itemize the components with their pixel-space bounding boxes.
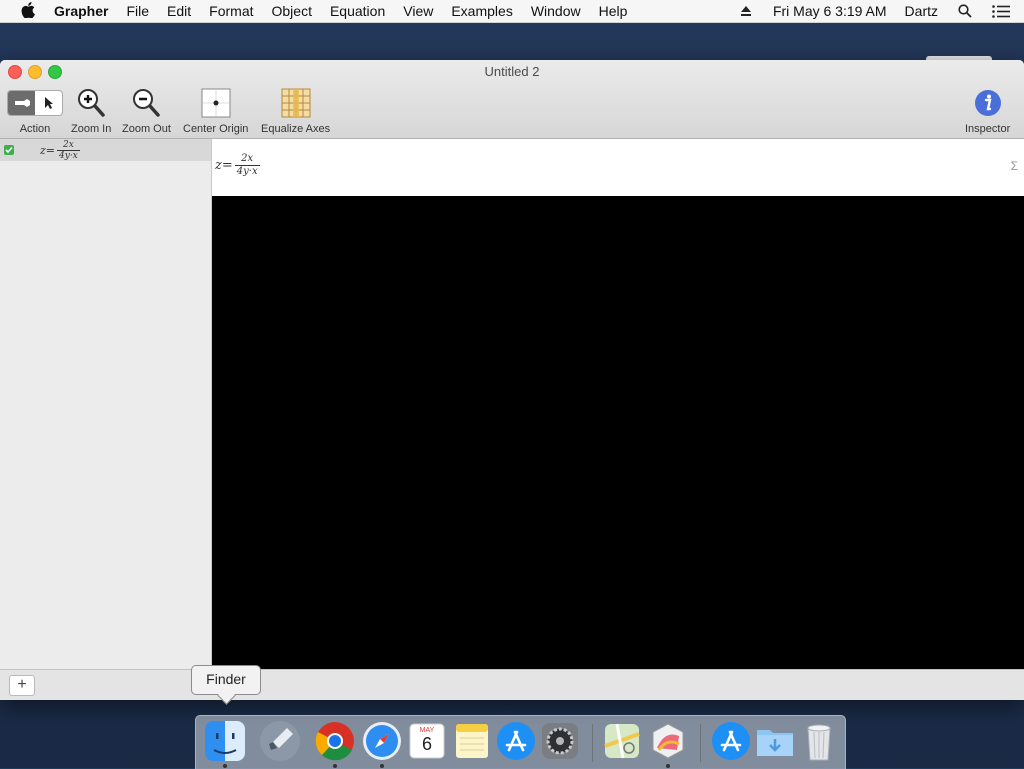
finder-icon bbox=[205, 721, 245, 761]
chrome-icon bbox=[315, 722, 354, 761]
dock-tooltip: Finder bbox=[191, 665, 261, 695]
equalize-axes-label: Equalize Axes bbox=[261, 123, 331, 135]
menu-help[interactable]: Help bbox=[590, 0, 637, 22]
action-label: Action bbox=[19, 123, 51, 135]
menubar-user[interactable]: Dartz bbox=[896, 0, 947, 22]
dock-app-store-2[interactable] bbox=[710, 720, 752, 762]
menu-file[interactable]: File bbox=[117, 0, 158, 22]
graph-canvas[interactable] bbox=[212, 196, 1024, 669]
menu-edit[interactable]: Edit bbox=[158, 0, 200, 22]
editor-denominator: 4y·x bbox=[234, 165, 260, 177]
dock-maps[interactable] bbox=[601, 720, 643, 762]
equalize-axes-button[interactable]: Equalize Axes bbox=[261, 86, 330, 135]
menu-equation[interactable]: Equation bbox=[321, 0, 394, 22]
zoom-out-label: Zoom Out bbox=[122, 123, 171, 135]
dock-app-store[interactable] bbox=[495, 720, 537, 762]
launchpad-rocket-icon bbox=[260, 721, 300, 761]
center-origin-button[interactable]: Center Origin bbox=[183, 86, 248, 135]
running-indicator bbox=[380, 764, 384, 768]
dock-separator bbox=[592, 724, 593, 762]
running-indicator bbox=[333, 764, 337, 768]
dock-finder[interactable] bbox=[204, 720, 246, 768]
grapher-window: Untitled 2 Action Zoom In Zoom Out Cente… bbox=[0, 60, 1024, 700]
inspector-button[interactable]: Inspector bbox=[965, 86, 1010, 135]
inspector-label: Inspector bbox=[965, 123, 1011, 135]
dock-safari[interactable] bbox=[361, 720, 403, 768]
editor-lhs: z= bbox=[215, 158, 233, 173]
dock-system-preferences[interactable] bbox=[539, 720, 581, 762]
center-origin-label: Center Origin bbox=[183, 123, 249, 135]
dock-notes[interactable] bbox=[451, 720, 493, 762]
center-origin-icon bbox=[201, 86, 231, 120]
equation-denominator: 4y·x bbox=[57, 149, 80, 161]
zoom-in-label: Zoom In bbox=[71, 123, 112, 135]
eject-icon[interactable] bbox=[737, 4, 755, 18]
equation-numerator: 2x bbox=[62, 139, 74, 150]
equation-fraction: 2x 4y·x bbox=[57, 140, 80, 161]
equation-lhs: z= bbox=[40, 143, 56, 157]
zoom-out-button[interactable]: Zoom Out bbox=[122, 86, 171, 135]
gear-icon bbox=[542, 723, 578, 759]
calendar-day: 6 bbox=[421, 734, 432, 754]
editor-formula[interactable]: z= 2x 4y·x bbox=[215, 153, 260, 178]
equalize-axes-icon bbox=[280, 86, 312, 120]
dock-separator bbox=[700, 724, 701, 762]
app-menu-grapher[interactable]: Grapher bbox=[45, 0, 117, 22]
notes-icon bbox=[456, 724, 488, 758]
window-title: Untitled 2 bbox=[484, 64, 540, 79]
equation-list-formula: z= 2x 4y·x bbox=[40, 140, 80, 161]
safari-compass-icon bbox=[363, 722, 401, 760]
maps-icon bbox=[604, 723, 640, 759]
window-bottom-bar: + bbox=[0, 669, 1024, 700]
spotlight-search-icon[interactable] bbox=[956, 4, 974, 18]
menu-window[interactable]: Window bbox=[522, 0, 590, 22]
apple-icon[interactable] bbox=[21, 2, 35, 18]
running-indicator bbox=[666, 764, 670, 768]
action-segmented-control[interactable] bbox=[7, 90, 63, 116]
zoom-in-icon bbox=[76, 86, 106, 120]
menu-object[interactable]: Object bbox=[263, 0, 321, 22]
menu-bar: Grapher File Edit Format Object Equation… bbox=[0, 0, 1024, 23]
menu-view[interactable]: View bbox=[394, 0, 442, 22]
menubar-clock[interactable]: Fri May 6 3:19 AM bbox=[764, 0, 896, 22]
dock-launchpad[interactable] bbox=[259, 720, 301, 762]
zoom-in-button[interactable]: Zoom In bbox=[71, 86, 111, 135]
editor-numerator: 2x bbox=[241, 153, 254, 164]
dock-downloads[interactable] bbox=[754, 720, 796, 762]
action-tool[interactable]: Action bbox=[7, 86, 63, 135]
equation-list-item[interactable]: z= 2x 4y·x bbox=[0, 139, 211, 161]
calendar-month: MAY bbox=[419, 727, 435, 734]
dock-trash[interactable] bbox=[798, 720, 840, 762]
dock-calendar[interactable]: MAY 6 bbox=[406, 720, 448, 762]
add-equation-button[interactable]: + bbox=[9, 675, 35, 696]
dock-chrome[interactable] bbox=[314, 720, 356, 768]
equation-list-sidebar: z= 2x 4y·x bbox=[0, 139, 212, 669]
equation-palette-icon[interactable]: Σ bbox=[1011, 159, 1018, 173]
notification-center-icon[interactable] bbox=[992, 4, 1010, 18]
editor-fraction: 2x 4y·x bbox=[234, 153, 260, 178]
trash-icon bbox=[807, 724, 831, 761]
app-store-icon bbox=[712, 722, 750, 760]
window-toolbar: Untitled 2 Action Zoom In Zoom Out Cente… bbox=[0, 60, 1024, 139]
dock-grapher[interactable] bbox=[647, 720, 689, 768]
equation-editor[interactable]: z= 2x 4y·x Σ bbox=[212, 139, 1024, 197]
hand-tool-icon[interactable] bbox=[8, 91, 35, 115]
zoom-out-icon bbox=[131, 86, 161, 120]
downloads-folder-icon bbox=[757, 730, 793, 756]
running-indicator bbox=[223, 764, 227, 768]
menu-examples[interactable]: Examples bbox=[442, 0, 521, 22]
menu-format[interactable]: Format bbox=[200, 0, 262, 22]
pointer-tool-icon[interactable] bbox=[35, 91, 62, 115]
equation-visible-checkbox[interactable] bbox=[4, 145, 14, 155]
dock: MAY 6 bbox=[195, 715, 846, 769]
grapher-icon bbox=[652, 723, 684, 759]
app-store-icon bbox=[497, 722, 535, 760]
info-icon bbox=[973, 86, 1003, 120]
